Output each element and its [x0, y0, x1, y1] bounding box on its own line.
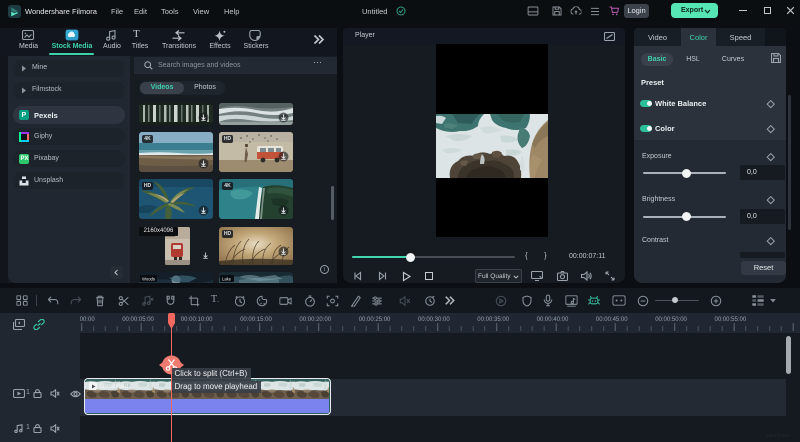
svg-text:Woods: Woods	[142, 276, 155, 281]
svg-text:Lake: Lake	[222, 276, 232, 281]
